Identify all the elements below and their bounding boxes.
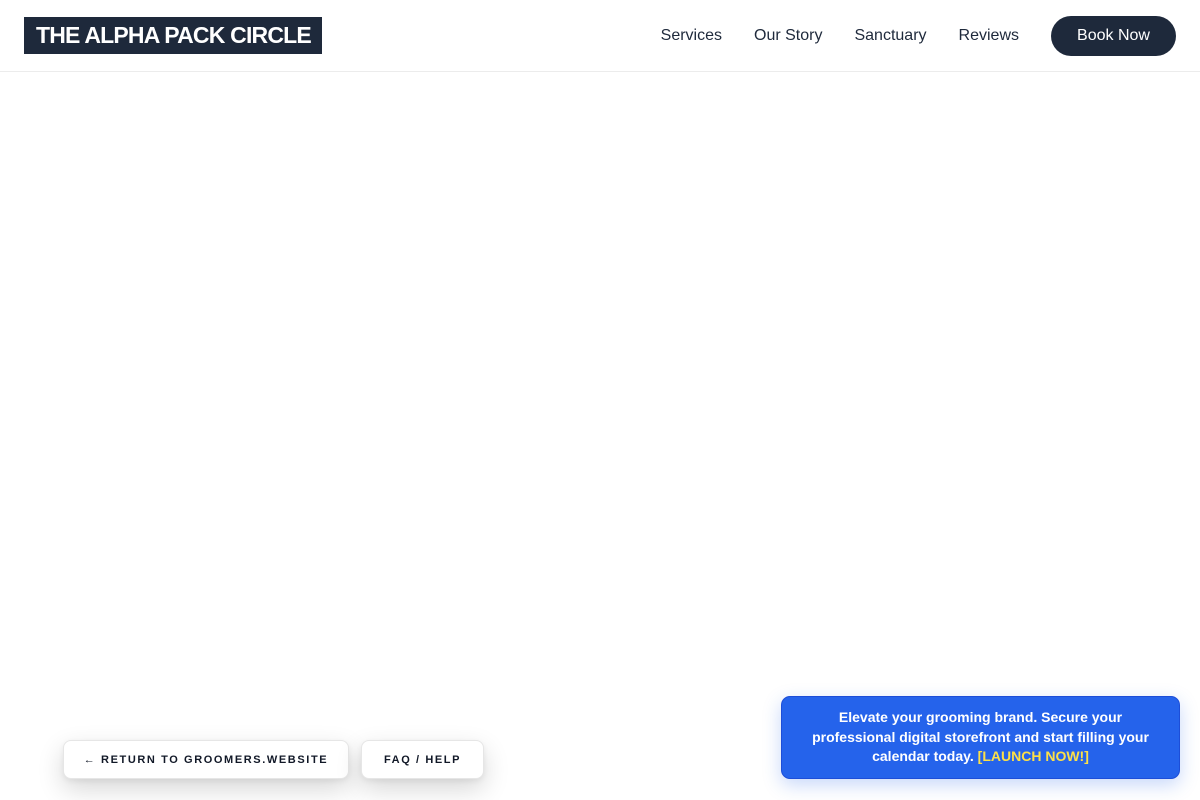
main-content [0,73,1200,800]
promo-banner: Elevate your grooming brand. Secure your… [781,696,1180,779]
site-logo[interactable]: THE ALPHA PACK CIRCLE [24,17,322,54]
promo-launch-link[interactable]: [LAUNCH NOW!] [978,748,1089,764]
nav-link-sanctuary[interactable]: Sanctuary [854,27,926,45]
site-header: THE ALPHA PACK CIRCLE Services Our Story… [0,0,1200,72]
nav-link-reviews[interactable]: Reviews [959,27,1019,45]
faq-help-button[interactable]: FAQ / HELP [361,740,484,779]
return-to-groomers-button[interactable]: ← RETURN TO GROOMERS.WEBSITE [63,740,349,779]
book-now-button[interactable]: Book Now [1051,16,1176,56]
nav-link-our-story[interactable]: Our Story [754,27,822,45]
nav-link-services[interactable]: Services [661,27,722,45]
main-nav: Services Our Story Sanctuary Reviews Boo… [661,0,1176,72]
